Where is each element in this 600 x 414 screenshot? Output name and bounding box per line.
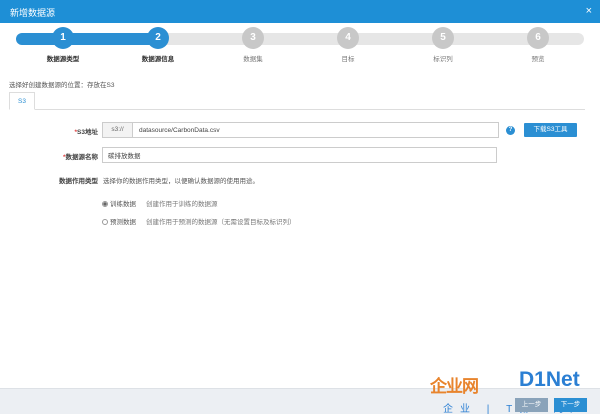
source-type-label: 数据作用类型 xyxy=(59,178,98,185)
radio-prediction-data[interactable]: 预测数据 创建作用于预测的数据源（无需设置目标及标识列） xyxy=(102,216,296,226)
step-label: 预览 xyxy=(531,56,545,63)
watermark-logo-left: 企业网 xyxy=(430,377,479,396)
radio-label: 预测数据 xyxy=(110,219,136,226)
radio-description: 创建作用于预测的数据源（无需设置目标及标识列） xyxy=(146,219,296,226)
previous-button[interactable]: 上一步 xyxy=(515,398,548,412)
radio-training-data[interactable]: 训练数据 创建作用于训练的数据源 xyxy=(102,198,218,208)
step-number: 5 xyxy=(432,27,454,49)
s3-prefix: s3:// xyxy=(103,123,133,137)
source-tabs: S3 xyxy=(9,92,585,110)
location-hint: 选择好创建数据源的位置：存放在S3 xyxy=(9,82,115,89)
step-label: 数据源信息 xyxy=(141,56,175,63)
source-name-label: *数据源名称 xyxy=(20,151,98,161)
step-number: 1 xyxy=(52,27,74,49)
radio-description: 创建作用于训练的数据源 xyxy=(146,201,218,208)
step-1[interactable]: 1 数据源类型 xyxy=(28,27,98,63)
step-2[interactable]: 2 数据源信息 xyxy=(123,27,193,63)
step-label: 目标 xyxy=(341,56,355,63)
source-type-description: 选择你的数据作用类型，以便确认数据源的使用用途。 xyxy=(103,178,259,185)
radio-selected-icon xyxy=(102,201,108,207)
step-5[interactable]: 5 标识列 xyxy=(408,27,478,63)
step-4[interactable]: 4 目标 xyxy=(313,27,383,63)
source-name-field xyxy=(102,147,497,163)
radio-label: 训练数据 xyxy=(110,201,136,208)
tab-s3[interactable]: S3 xyxy=(9,92,35,110)
radio-unselected-icon xyxy=(102,219,108,225)
step-number: 2 xyxy=(147,27,169,49)
step-label: 标识列 xyxy=(433,56,453,63)
step-label: 数据集 xyxy=(243,56,263,63)
s3-address-label-text: S3地址 xyxy=(77,129,98,136)
download-s3-tool-button[interactable]: 下载S3工具 xyxy=(524,123,577,137)
next-button[interactable]: 下一步 xyxy=(554,398,587,412)
source-name-input[interactable] xyxy=(108,148,488,162)
watermark-logo-right: D1Net xyxy=(519,368,580,391)
wizard-steps: 1 数据源类型 2 数据源信息 3 数据集 4 目标 5 标识列 6 预览 xyxy=(0,23,600,65)
s3-address-input[interactable] xyxy=(139,123,494,137)
dialog-titlebar: 新增数据源 × xyxy=(0,0,600,23)
close-icon[interactable]: × xyxy=(586,5,592,17)
step-label: 数据源类型 xyxy=(46,56,80,63)
s3-address-label: *S3地址 xyxy=(20,126,98,136)
step-number: 6 xyxy=(527,27,549,49)
step-3[interactable]: 3 数据集 xyxy=(218,27,288,63)
s3-address-field: s3:// xyxy=(102,122,499,138)
dialog-title: 新增数据源 xyxy=(10,8,56,18)
step-6[interactable]: 6 预览 xyxy=(503,27,573,63)
source-name-label-text: 数据源名称 xyxy=(65,154,99,161)
step-number: 3 xyxy=(242,27,264,49)
step-number: 4 xyxy=(337,27,359,49)
help-icon[interactable]: ? xyxy=(506,126,515,135)
